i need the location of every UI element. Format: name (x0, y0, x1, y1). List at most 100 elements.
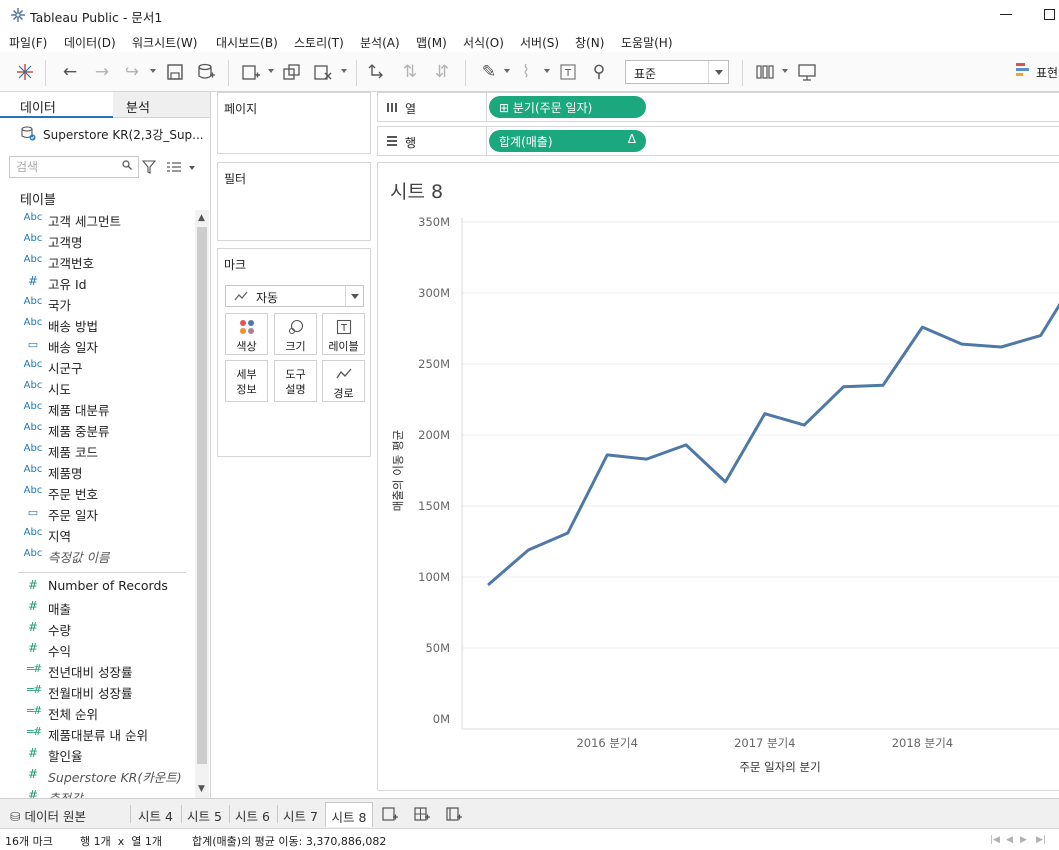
data-point[interactable] (643, 455, 651, 463)
rows-shelf[interactable]: 행 합계(매출) Δ (377, 126, 1059, 156)
dimension-field[interactable]: Abc 주문 번호 (18, 482, 193, 502)
prev-page-icon[interactable]: ◀ (1006, 835, 1013, 845)
dimension-field[interactable]: Abc 지역 (18, 524, 193, 544)
measure-field[interactable]: =# 전월대비 성장률 (18, 681, 193, 701)
menu-format[interactable]: 서식(O) (463, 34, 504, 51)
tableau-home-icon[interactable] (15, 62, 35, 82)
show-me-icon[interactable] (1016, 63, 1032, 77)
dimension-field[interactable]: Abc 고객 세그먼트 (18, 209, 193, 229)
worksheet-view[interactable]: 0M 50M 100M 150M 200M 250M 300M 350M 2016 분기4 201… (377, 162, 1059, 791)
data-point[interactable] (603, 451, 611, 459)
collapse-pane-icon[interactable]: ‹ (126, 97, 131, 112)
group-icon[interactable]: ⌇ (516, 62, 536, 82)
color-button[interactable]: 색상 (225, 313, 268, 355)
columns-pill[interactable]: ⊞ 분기(주문 일자) (489, 96, 646, 118)
new-worksheet-dropdown[interactable] (268, 69, 274, 73)
menu-file[interactable]: 파일(F) (9, 34, 47, 51)
measure-field[interactable]: # Number of Records (18, 576, 193, 596)
swap-rows-columns-icon[interactable] (368, 62, 388, 82)
fix-axes-icon[interactable]: ⚲ (589, 62, 609, 82)
measure-field[interactable]: =# 전체 순위 (18, 702, 193, 722)
dimension-field[interactable]: # 고유 Id (18, 272, 193, 292)
sort-descending-icon[interactable]: ⇵ (432, 62, 452, 82)
measure-field[interactable]: # 수익 (18, 639, 193, 659)
data-point[interactable] (761, 410, 769, 418)
measure-field[interactable]: # 할인율 (18, 744, 193, 764)
menu-server[interactable]: 서버(S) (520, 34, 559, 51)
highlight-icon[interactable]: ✎ (479, 62, 499, 82)
tab-sheet-8[interactable]: 시트 8 (325, 802, 373, 827)
measure-field[interactable]: # 매출 (18, 597, 193, 617)
data-source-tab[interactable]: ⛁ 데이터 원본 (6, 802, 94, 827)
menu-analysis[interactable]: 분석(A) (360, 34, 400, 51)
save-icon[interactable] (165, 62, 185, 82)
data-point[interactable] (721, 478, 729, 486)
tab-sheet-6[interactable]: 시트 6 (230, 802, 275, 827)
size-button[interactable]: 크기 (274, 313, 317, 355)
data-point[interactable] (564, 529, 572, 537)
scrollbar-thumb[interactable] (197, 227, 207, 764)
new-story-icon[interactable] (445, 805, 463, 823)
minimize-button[interactable] (1000, 14, 1012, 15)
scroll-up-icon[interactable]: ▲ (198, 213, 205, 223)
data-point[interactable] (800, 421, 808, 429)
tooltip-button[interactable]: 도구 설명 (274, 360, 317, 402)
sheet-title[interactable]: 시트 8 (390, 177, 443, 204)
dimension-field[interactable]: ▭ 주문 일자 (18, 503, 193, 523)
search-input[interactable] (16, 159, 116, 175)
dimension-field[interactable]: Abc 시도 (18, 377, 193, 397)
field-list-scrollbar[interactable]: ▲ ▼ (195, 210, 209, 800)
dimension-field[interactable]: Abc 배송 방법 (18, 314, 193, 334)
group-dropdown[interactable] (544, 69, 550, 73)
new-worksheet-icon[interactable] (381, 805, 399, 823)
path-button[interactable]: 경로 (322, 360, 365, 402)
new-datasource-icon[interactable] (196, 62, 216, 82)
menu-data[interactable]: 데이터(D) (64, 34, 116, 51)
field-search[interactable] (9, 156, 139, 178)
tab-sheet-7[interactable]: 시트 7 (278, 802, 323, 827)
scroll-down-icon[interactable]: ▼ (198, 784, 205, 794)
dimension-field[interactable]: Abc 시군구 (18, 356, 193, 376)
datasource-row[interactable]: Superstore KR(2,3강_Sup... (0, 122, 210, 146)
data-point[interactable] (1037, 332, 1045, 340)
fit-select[interactable]: 표준 (625, 60, 729, 84)
measure-field[interactable]: # 수량 (18, 618, 193, 638)
view-options-icon[interactable] (167, 161, 181, 173)
view-options-dropdown[interactable] (189, 166, 195, 170)
tab-data[interactable]: 데이터 (0, 92, 113, 118)
measure-field[interactable]: =# 전년대비 성장률 (18, 660, 193, 680)
dimension-field[interactable]: Abc 제품 중분류 (18, 419, 193, 439)
mark-type-select[interactable]: 자동 (225, 285, 364, 307)
last-page-icon[interactable]: ▶| (1036, 835, 1046, 845)
show-cards-icon[interactable] (755, 62, 775, 82)
filters-card[interactable]: 필터 (217, 162, 371, 241)
label-button[interactable]: T 레이블 (322, 313, 365, 355)
redo-icon[interactable]: → (92, 62, 112, 82)
tab-sheet-5[interactable]: 시트 5 (182, 802, 227, 827)
rows-pill[interactable]: 합계(매출) Δ (489, 130, 646, 152)
menu-dashboard[interactable]: 대시보드(B) (216, 34, 278, 51)
line-chart[interactable]: 0M 50M 100M 150M 200M 250M 300M 350M 2016 분기4 201… (378, 163, 1059, 792)
data-point[interactable] (918, 323, 926, 331)
dimension-field[interactable]: Abc 제품 대분류 (18, 398, 193, 418)
undo-icon[interactable]: ← (60, 62, 80, 82)
presentation-mode-icon[interactable] (797, 62, 817, 82)
menu-window[interactable]: 창(N) (575, 34, 604, 51)
dimension-field[interactable]: Abc 국가 (18, 293, 193, 313)
dimension-field[interactable]: Abc 제품 코드 (18, 440, 193, 460)
clear-dropdown[interactable] (341, 69, 347, 73)
data-point[interactable] (879, 381, 887, 389)
first-page-icon[interactable]: |◀ (990, 835, 1000, 845)
menu-story[interactable]: 스토리(T) (294, 34, 344, 51)
new-worksheet-icon[interactable] (241, 62, 261, 82)
measure-field[interactable]: =# 제품대분류 내 순위 (18, 723, 193, 743)
filter-icon[interactable] (142, 160, 156, 174)
show-me-label[interactable]: 표현 (1036, 64, 1058, 81)
data-point[interactable] (524, 546, 532, 554)
show-labels-icon[interactable]: T (558, 62, 578, 82)
data-point[interactable] (682, 441, 690, 449)
dimension-field[interactable]: Abc 고객번호 (18, 251, 193, 271)
data-point[interactable] (840, 383, 848, 391)
dimension-field[interactable]: Abc 고객명 (18, 230, 193, 250)
duplicate-sheet-icon[interactable] (282, 62, 302, 82)
